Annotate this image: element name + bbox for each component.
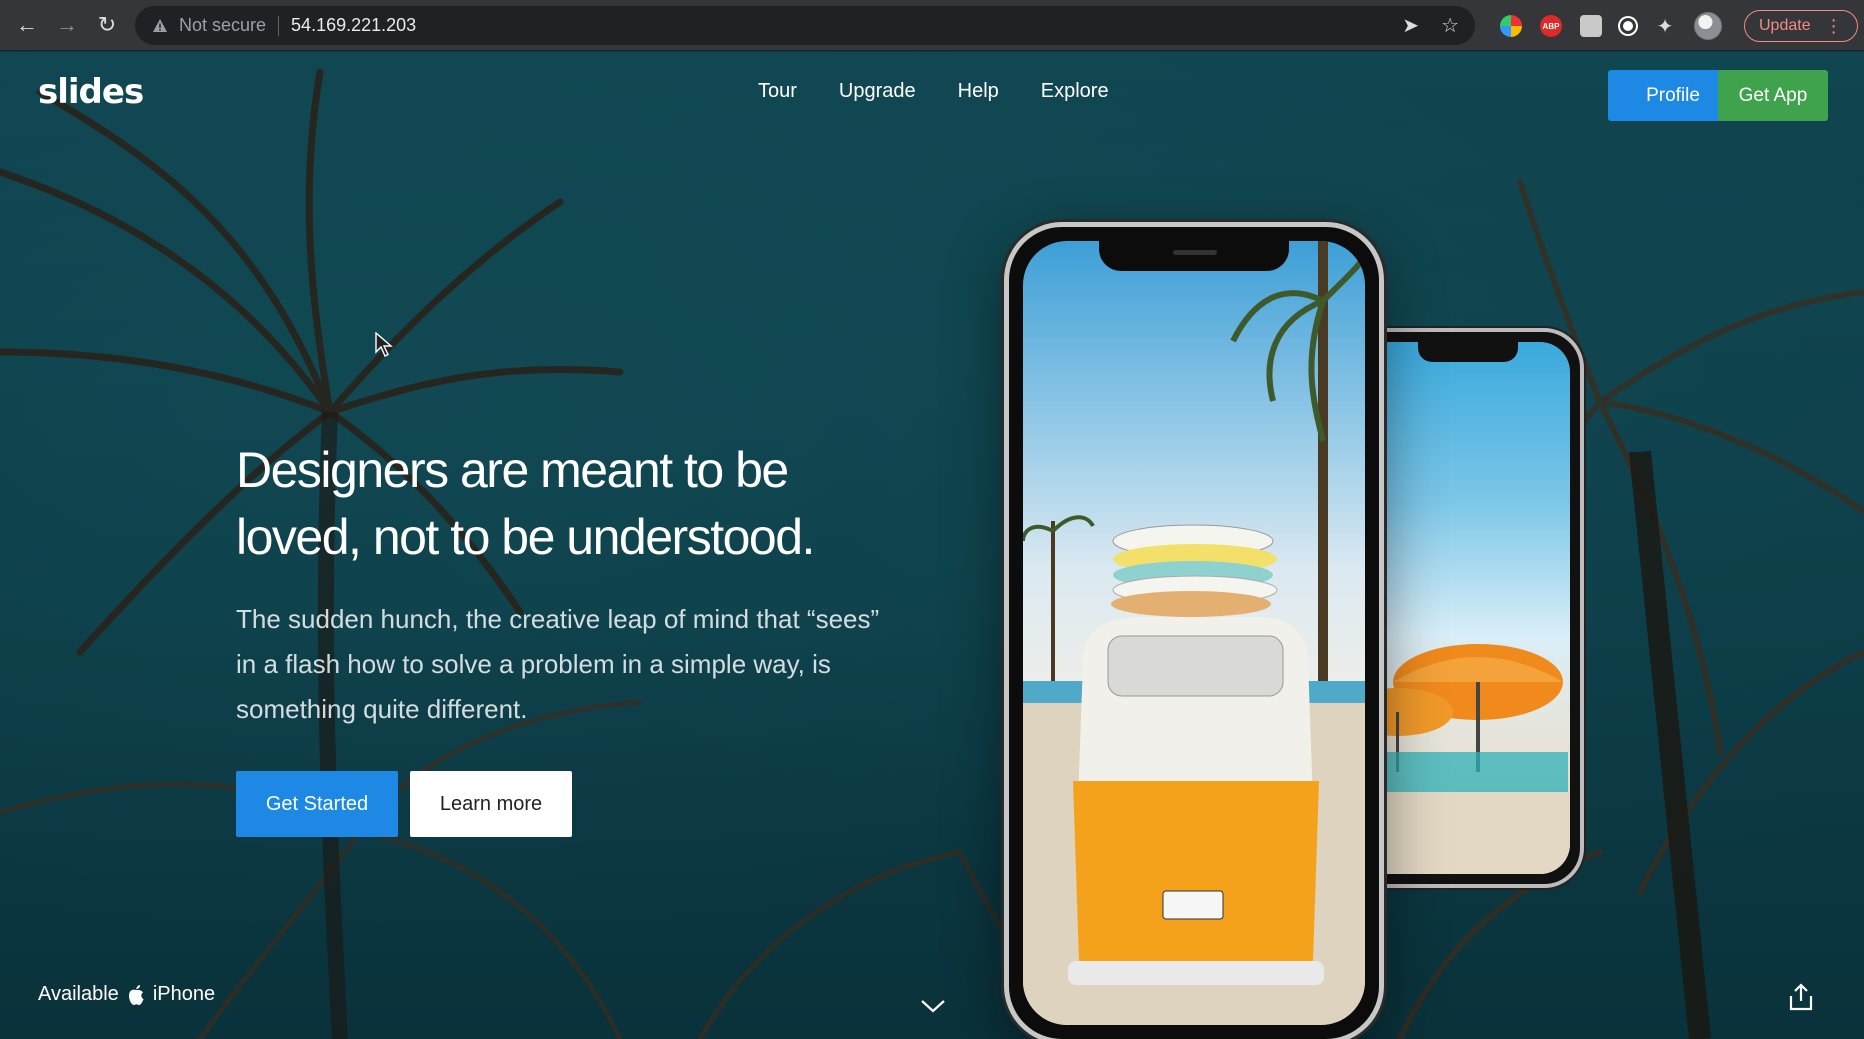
chevron-down-icon[interactable] (918, 994, 948, 1018)
adblock-icon[interactable]: ABP (1540, 15, 1562, 37)
get-app-button[interactable]: Get App (1718, 70, 1828, 121)
hero-subtext-line-1: The sudden hunch, the creative leap of m… (236, 604, 880, 634)
address-bar[interactable]: Not secure 54.169.221.203 ➤ ☆ (135, 6, 1475, 45)
beach-umbrellas-image (1358, 644, 1570, 874)
orange-van-image (1023, 241, 1365, 1025)
available-label: Available (38, 983, 119, 1005)
hero-headline-line-1: Designers are meant to be (236, 442, 789, 498)
hero-headline-line-2: loved, not to be understood. (236, 509, 815, 565)
square-extension-icon[interactable] (1580, 15, 1602, 37)
bookmark-star-icon[interactable]: ☆ (1441, 13, 1459, 38)
phone-mockup-front (1004, 222, 1384, 1039)
update-label: Update (1759, 17, 1811, 34)
get-started-button[interactable]: Get Started (236, 771, 398, 837)
update-button[interactable]: Update ⋮ (1744, 10, 1858, 42)
more-vert-icon[interactable]: ⋮ (1825, 17, 1843, 35)
mouse-cursor-icon (375, 332, 393, 357)
extensions-bar: ABP ✦ Update ⋮ (1500, 8, 1858, 44)
security-label: Not secure (179, 15, 267, 35)
back-icon[interactable]: ← (7, 5, 47, 45)
nav-upgrade[interactable]: Upgrade (839, 80, 916, 103)
apple-icon (128, 984, 144, 1005)
send-icon[interactable]: ➤ (1402, 13, 1419, 38)
share-icon[interactable] (1786, 982, 1816, 1012)
browser-toolbar: ← → ↻ Not secure 54.169.221.203 ➤ ☆ ABP … (0, 0, 1864, 51)
multicolor-extension-icon[interactable] (1500, 15, 1522, 37)
hero-headline: Designers are meant to be loved, not to … (236, 437, 956, 571)
forward-icon[interactable]: → (47, 5, 87, 45)
phone-front-notch (1099, 241, 1289, 271)
nav-tour[interactable]: Tour (758, 80, 797, 103)
hero-subtext-line-3: something quite different. (236, 694, 528, 724)
phone-front-screen (1023, 241, 1365, 1025)
learn-more-button[interactable]: Learn more (410, 771, 572, 837)
hero-subtext-line-2: in a flash how to solve a problem in a s… (236, 649, 831, 679)
landing-page: slides Tour Upgrade Help Explore Profile… (0, 52, 1864, 1039)
phone-back-screen (1358, 342, 1570, 874)
available-on-iphone[interactable]: Available iPhone (38, 983, 215, 1006)
omnibox-divider (278, 15, 280, 36)
platform-label: iPhone (152, 983, 216, 1005)
nav-help[interactable]: Help (958, 80, 999, 103)
phone-speaker (1173, 250, 1217, 255)
url-text[interactable]: 54.169.221.203 (291, 15, 416, 36)
circle-extension-icon[interactable] (1620, 18, 1636, 34)
hero-subtext: The sudden hunch, the creative leap of m… (236, 597, 916, 732)
main-nav: Tour Upgrade Help Explore (758, 80, 1109, 103)
warning-icon (151, 17, 169, 35)
phone-back-notch (1418, 342, 1518, 362)
puzzle-icon[interactable]: ✦ (1654, 15, 1676, 38)
profile-avatar[interactable] (1694, 12, 1722, 40)
reload-icon[interactable]: ↻ (87, 5, 127, 45)
site-logo[interactable]: slides (38, 72, 144, 112)
nav-explore[interactable]: Explore (1041, 80, 1109, 103)
